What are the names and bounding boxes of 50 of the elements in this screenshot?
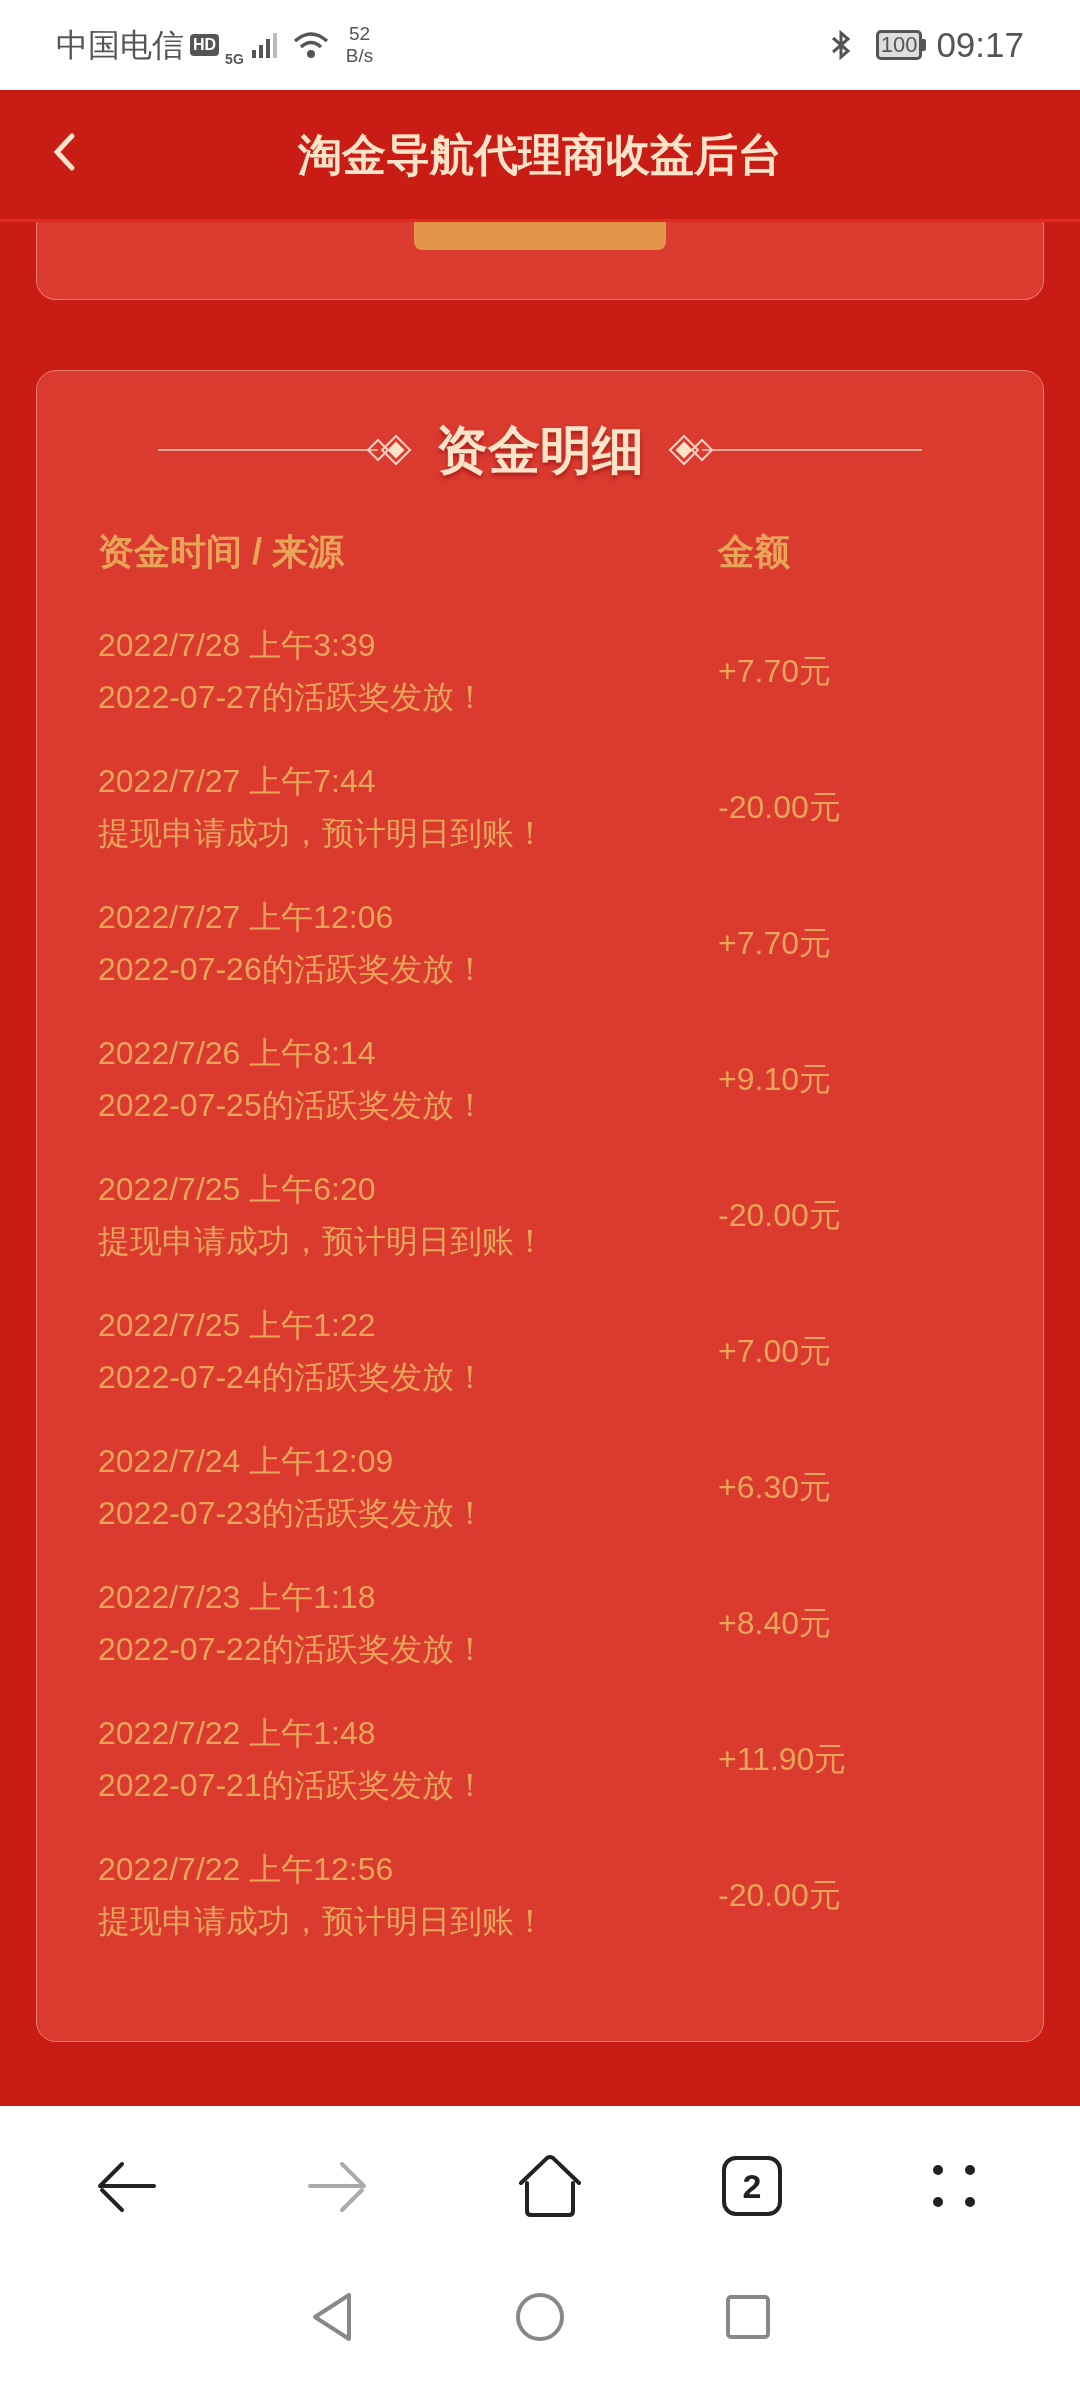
- back-icon: [52, 132, 76, 172]
- entry-source: 提现申请成功，预计明日到账！: [98, 814, 547, 853]
- entry-source: 2022-07-22的活跃奖发放！: [98, 1630, 487, 1669]
- wifi-icon: [291, 30, 330, 60]
- entry-amount: +7.00元: [718, 1332, 831, 1371]
- signal-icon: [249, 30, 280, 60]
- entry-source: 2022-07-24的活跃奖发放！: [98, 1358, 487, 1397]
- entry-time: 2022/7/27 上午7:44: [98, 762, 377, 801]
- network-type: 5G: [225, 49, 244, 69]
- entry-amount: +9.10元: [718, 1060, 831, 1099]
- entry-amount: +6.30元: [718, 1468, 831, 1507]
- entry-time: 2022/7/23 上午1:18: [98, 1578, 377, 1617]
- entry-time: 2022/7/25 上午1:22: [98, 1306, 377, 1345]
- entry-source: 2022-07-21的活跃奖发放！: [98, 1766, 487, 1805]
- entry-time: 2022/7/28 上午3:39: [98, 626, 377, 665]
- entry-amount: +8.40元: [718, 1604, 831, 1643]
- entry-time: 2022/7/25 上午6:20: [98, 1170, 377, 1209]
- entry-source: 2022-07-27的活跃奖发放！: [98, 678, 487, 717]
- entry-source: 2022-07-25的活跃奖发放！: [98, 1086, 487, 1125]
- recents-button[interactable]: [725, 2294, 771, 2340]
- tabs-button[interactable]: 2: [722, 2156, 782, 2216]
- home-icon: [515, 2292, 565, 2342]
- entry-amount: -20.00元: [718, 1876, 841, 1915]
- section-title: 资金明细: [436, 420, 644, 481]
- menu-icon: [932, 2164, 976, 2208]
- entry-source: 2022-07-26的活跃奖发放！: [98, 950, 487, 989]
- carrier-name: 中国电信: [56, 26, 184, 65]
- hd-badge: HD: [190, 34, 220, 56]
- entry-amount: -20.00元: [718, 788, 841, 827]
- entry-amount: +7.70元: [718, 652, 831, 691]
- column-header: 金额: [718, 530, 790, 574]
- entry-amount: +11.90元: [718, 1740, 847, 1779]
- clock-time: 09:17: [936, 23, 1024, 66]
- page-title: 淘金导航代理商收益后台: [298, 128, 782, 181]
- entry-time: 2022/7/27 上午12:06: [98, 898, 395, 937]
- entry-source: 提现申请成功，预计明日到账！: [98, 1222, 547, 1261]
- bluetooth-icon: [829, 29, 852, 61]
- entry-time: 2022/7/22 上午12:56: [98, 1850, 395, 1889]
- entry-time: 2022/7/22 上午1:48: [98, 1714, 377, 1753]
- entry-source: 提现申请成功，预计明日到账！: [98, 1902, 547, 1941]
- column-header: 资金时间 / 来源: [98, 530, 345, 574]
- speed-value: 52: [348, 23, 371, 45]
- entry-source: 2022-07-23的活跃奖发放！: [98, 1494, 487, 1533]
- recents-icon: [725, 2294, 771, 2340]
- speed-unit: B/s: [345, 45, 374, 67]
- entry-amount: -20.00元: [718, 1196, 841, 1235]
- home-icon: [517, 2155, 583, 2217]
- entry-amount: +7.70元: [718, 924, 831, 963]
- entry-time: 2022/7/24 上午12:09: [98, 1442, 395, 1481]
- entry-time: 2022/7/26 上午8:14: [98, 1034, 377, 1073]
